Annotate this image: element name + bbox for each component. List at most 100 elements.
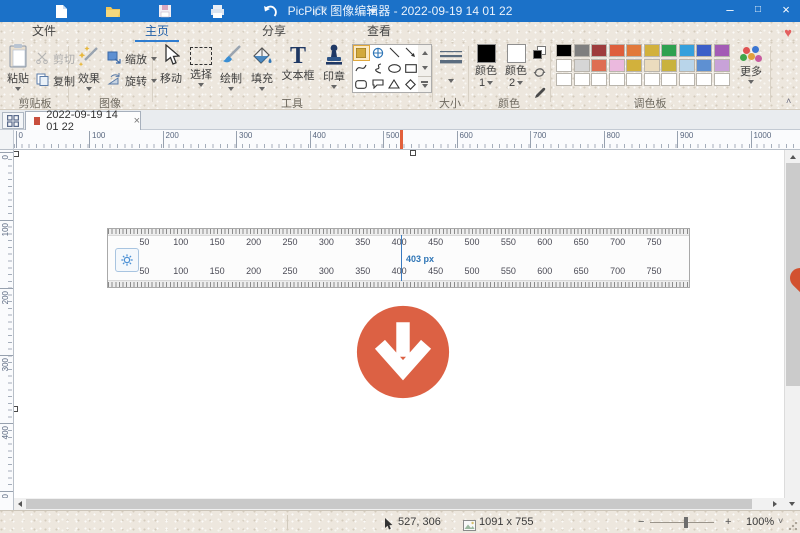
gallery-up-icon[interactable] — [418, 45, 431, 60]
textbox-button[interactable]: T 文本框 — [278, 44, 318, 82]
selection-handle-left-middle[interactable] — [14, 406, 18, 412]
shape-ellipse[interactable] — [386, 61, 403, 77]
palette-swatch[interactable] — [626, 73, 642, 86]
palette-swatch[interactable] — [661, 44, 677, 57]
zoom-out-button[interactable]: − — [638, 511, 644, 533]
minimize-button[interactable]: – — [716, 0, 744, 22]
h-scroll-thumb[interactable] — [26, 499, 752, 509]
select-dropdown-icon[interactable] — [198, 83, 204, 87]
zoom-in-button[interactable]: + — [725, 511, 731, 533]
tab-file[interactable]: 文件 — [22, 22, 66, 42]
more-colors-button[interactable]: 更多 — [735, 46, 767, 84]
shape-rounded-rectangle[interactable] — [353, 76, 370, 92]
resize-button[interactable]: 缩放 — [107, 51, 157, 67]
resize-grip[interactable] — [788, 521, 798, 531]
grid-icon[interactable] — [2, 112, 24, 129]
palette-swatch[interactable] — [626, 59, 642, 72]
palette-swatch[interactable] — [574, 44, 590, 57]
tab-share[interactable]: 分享 — [252, 22, 296, 42]
paste-dropdown-icon[interactable] — [15, 87, 21, 91]
zoom-dropdown-icon[interactable]: ˅ — [778, 510, 783, 532]
palette-swatch[interactable] — [574, 73, 590, 86]
fill-dropdown-icon[interactable] — [259, 87, 265, 91]
collapse-ribbon-icon[interactable]: ˄ — [786, 96, 791, 106]
more-colors-dropdown-icon[interactable] — [748, 80, 754, 84]
palette-swatch[interactable] — [696, 59, 712, 72]
palette-swatch[interactable] — [556, 73, 572, 86]
palette-swatch[interactable] — [609, 44, 625, 57]
selection-handle-top-middle[interactable] — [410, 150, 416, 156]
document-tab[interactable]: 2022-09-19 14 01 22 × — [25, 111, 141, 130]
stamp-button[interactable]: 印章 — [318, 44, 350, 89]
zoom-slider-thumb[interactable] — [684, 517, 688, 528]
shape-triangle[interactable] — [386, 76, 403, 92]
tab-home[interactable]: 主页 — [135, 22, 179, 42]
gallery-down-icon[interactable] — [418, 60, 431, 75]
selection-handle-top-left[interactable] — [14, 151, 19, 157]
palette-swatch[interactable] — [591, 59, 607, 72]
h-scrollbar[interactable] — [14, 498, 784, 510]
close-button[interactable]: × — [772, 0, 800, 22]
move-button[interactable]: 移动 — [156, 44, 186, 85]
palette-swatch[interactable] — [661, 59, 677, 72]
palette-swatch[interactable] — [679, 73, 695, 86]
palette-swatch[interactable] — [556, 59, 572, 72]
copy-button[interactable]: 复制 — [36, 73, 75, 89]
palette-swatch[interactable] — [644, 44, 660, 57]
shape-diamond[interactable] — [403, 76, 420, 92]
palette-swatch[interactable] — [696, 73, 712, 86]
size-dropdown-icon[interactable] — [448, 79, 454, 83]
h-scroll-left-icon[interactable] — [14, 498, 26, 510]
v-scroll-down-icon[interactable] — [784, 498, 800, 510]
stamp-dropdown-icon[interactable] — [331, 85, 337, 89]
canvas[interactable]: 5010015020025030035040045050055060065070… — [14, 150, 784, 498]
rotate-button[interactable]: 旋转 — [107, 73, 157, 89]
palette-swatch[interactable] — [644, 59, 660, 72]
palette-swatch[interactable] — [591, 73, 607, 86]
draw-dropdown-icon[interactable] — [228, 87, 234, 91]
palette-swatch[interactable] — [661, 73, 677, 86]
shape-crosshair[interactable] — [370, 45, 387, 61]
shape-rectangle[interactable] — [403, 61, 420, 77]
select-button[interactable]: 选择 — [186, 44, 216, 87]
heart-icon[interactable]: ♥ — [784, 25, 792, 40]
v-scrollbar[interactable] — [784, 150, 800, 498]
shape-speech-bubble[interactable] — [370, 76, 387, 92]
color2-dropdown-icon[interactable] — [517, 81, 523, 85]
maximize-button[interactable]: □ — [744, 0, 772, 22]
tab-close-icon[interactable]: × — [134, 115, 140, 127]
v-scroll-up-icon[interactable] — [785, 150, 800, 163]
fill-button[interactable]: 填充 — [246, 44, 278, 91]
palette-swatch[interactable] — [574, 59, 590, 72]
draw-button[interactable]: 绘制 — [216, 44, 246, 91]
size-button[interactable] — [436, 44, 466, 83]
palette-swatch[interactable] — [696, 44, 712, 57]
zoom-slider[interactable] — [650, 522, 714, 523]
palette-swatch[interactable] — [626, 44, 642, 57]
shape-freeform[interactable] — [370, 61, 387, 77]
tab-view[interactable]: 查看 — [357, 22, 401, 42]
effects-dropdown-icon[interactable] — [86, 87, 92, 91]
palette-swatch[interactable] — [714, 44, 730, 57]
palette-swatch[interactable] — [609, 59, 625, 72]
shape-curve[interactable] — [353, 61, 370, 77]
palette-swatch[interactable] — [556, 44, 572, 57]
refresh-icon[interactable] — [533, 66, 546, 82]
palette-swatch[interactable] — [714, 73, 730, 86]
color2-button[interactable]: 颜色 2 — [502, 44, 530, 89]
gallery-more-icon[interactable] — [418, 76, 431, 92]
paste-button[interactable]: 粘贴 — [2, 44, 34, 91]
swap-colors-icon[interactable] — [533, 46, 546, 62]
palette-swatch[interactable] — [714, 59, 730, 72]
color1-button[interactable]: 颜色 1 — [472, 44, 500, 89]
h-scroll-right-icon[interactable] — [768, 498, 782, 510]
shape-line[interactable] — [386, 45, 403, 61]
palette-swatch[interactable] — [679, 59, 695, 72]
palette-swatch[interactable] — [679, 44, 695, 57]
palette-swatch[interactable] — [609, 73, 625, 86]
palette-swatch[interactable] — [591, 44, 607, 57]
color1-dropdown-icon[interactable] — [487, 81, 493, 85]
effects-button[interactable]: 效果 — [73, 44, 105, 91]
shape-arrow-line[interactable] — [403, 45, 420, 61]
shape-filled-rect[interactable] — [353, 45, 370, 61]
